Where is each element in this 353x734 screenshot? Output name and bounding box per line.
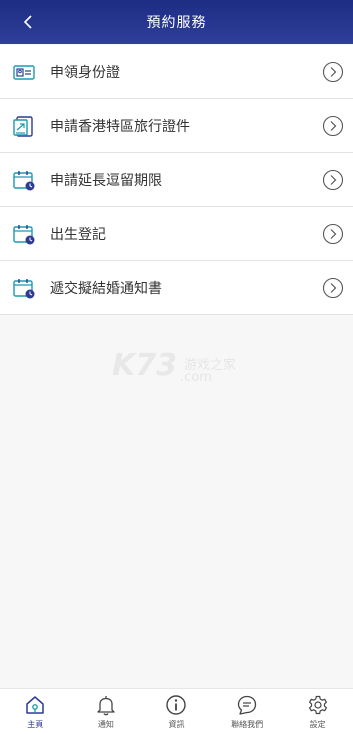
service-item-travel-document[interactable]: 申請香港特區旅行證件: [0, 99, 353, 153]
watermark-brand: K73: [112, 348, 177, 383]
tab-contact-us[interactable]: 聯絡我們: [212, 689, 283, 734]
chat-icon: [237, 695, 257, 715]
chevron-left-icon: [23, 15, 32, 29]
service-label: 申請延長逗留期限: [50, 173, 162, 189]
tab-label: 資訊: [168, 720, 185, 729]
back-button[interactable]: [16, 10, 40, 34]
travel-document-icon: [13, 116, 33, 137]
tab-information[interactable]: 資訊: [141, 689, 212, 734]
service-list: 申領身份證 申請香港特區旅行證件 申請延長逗留期限 出生登記 遞交擬結婚通知書: [0, 45, 353, 315]
tab-label: 設定: [309, 720, 326, 729]
watermark-domain: .com: [180, 370, 212, 385]
calendar-clock-icon: [13, 171, 35, 191]
gear-icon: [308, 695, 327, 715]
chevron-right-circle-icon: [322, 61, 344, 83]
service-label: 申請香港特區旅行證件: [50, 119, 190, 135]
service-label: 出生登記: [50, 227, 106, 243]
bottom-tab-bar: 主頁 通知 資訊 聯絡我們 設定: [0, 688, 353, 734]
tab-label: 聯絡我們: [231, 720, 264, 729]
chevron-right-circle-icon: [322, 277, 344, 299]
chevron-right-circle-icon: [322, 169, 344, 191]
calendar-clock-icon: [13, 225, 35, 245]
tab-notifications[interactable]: 通知: [71, 689, 142, 734]
info-icon: [166, 695, 187, 715]
page-title: 預約服務: [146, 15, 207, 31]
service-item-extend-stay[interactable]: 申請延長逗留期限: [0, 153, 353, 207]
watermark: K73 游戏之家 .com: [112, 348, 242, 390]
service-label: 申領身份證: [50, 65, 120, 81]
home-icon: [26, 696, 45, 714]
service-item-id-card[interactable]: 申領身份證: [0, 45, 353, 99]
service-item-marriage-notice[interactable]: 遞交擬結婚通知書: [0, 261, 353, 315]
tab-settings[interactable]: 設定: [282, 689, 353, 734]
bell-icon: [97, 696, 115, 716]
service-item-birth-registration[interactable]: 出生登記: [0, 207, 353, 261]
header-bar: 預約服務: [0, 0, 353, 44]
service-label: 遞交擬結婚通知書: [50, 281, 162, 297]
id-card-icon: [13, 65, 35, 80]
tab-label: 通知: [97, 720, 114, 729]
chevron-right-circle-icon: [322, 223, 344, 245]
calendar-clock-icon: [13, 279, 35, 299]
chevron-right-circle-icon: [322, 115, 344, 137]
tab-home[interactable]: 主頁: [0, 689, 71, 734]
tab-label: 主頁: [27, 720, 44, 729]
